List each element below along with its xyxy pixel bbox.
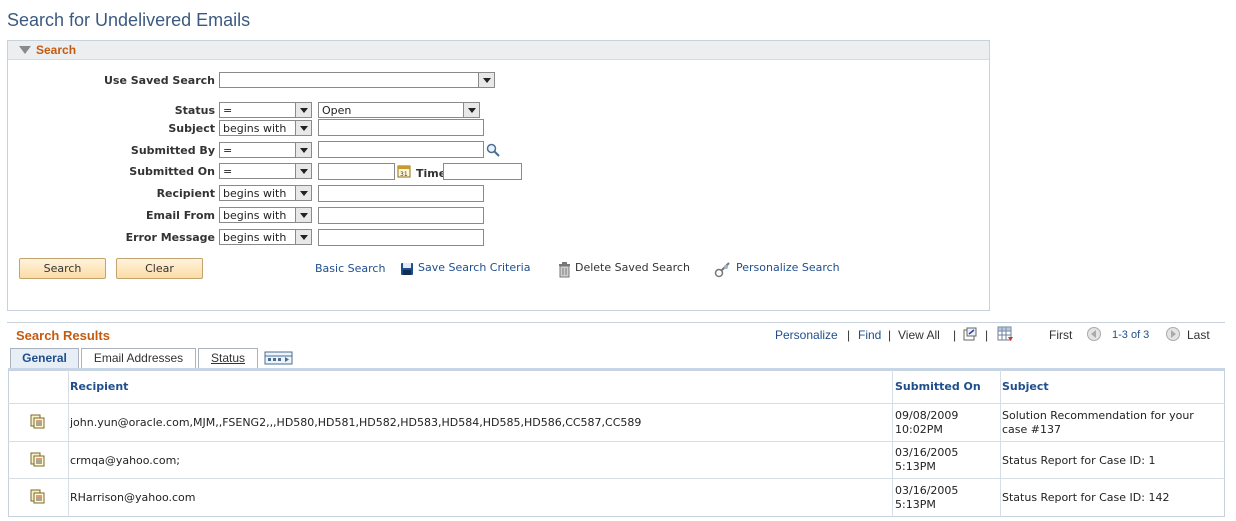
error-message-label: Error Message — [125, 231, 215, 244]
submitted-by-label: Submitted By — [130, 144, 215, 157]
use-saved-search-label: Use Saved Search — [103, 74, 215, 87]
search-results-title: Search Results — [16, 328, 110, 343]
personalize-wrench-icon[interactable] — [714, 262, 731, 278]
recipient-label: Recipient — [156, 187, 215, 200]
submitted-on-date-input[interactable] — [318, 163, 395, 180]
subject-operator-select[interactable]: begins with — [219, 120, 312, 136]
row-subject: Status Report for Case ID: 142 — [1002, 491, 1170, 504]
row-submitted-date: 09/08/2009 — [895, 409, 959, 422]
column-header-submitted-on[interactable]: Submitted On — [895, 380, 981, 393]
chevron-down-icon — [295, 103, 311, 117]
nav-separator: | — [888, 328, 892, 342]
chevron-down-icon — [295, 143, 311, 157]
save-icon[interactable] — [400, 262, 414, 276]
nav-separator: | — [985, 328, 989, 342]
chevron-down-icon — [295, 230, 311, 244]
chevron-down-icon — [478, 73, 494, 87]
submitted-on-time-input[interactable] — [443, 163, 522, 180]
error-message-input[interactable] — [318, 229, 484, 246]
row-submitted-date: 03/16/2005 — [895, 484, 959, 497]
submitted-by-operator-select[interactable]: = — [219, 142, 312, 158]
grid-row-divider — [8, 441, 1225, 442]
status-value-select[interactable]: Open — [318, 102, 480, 118]
subject-input[interactable] — [318, 119, 484, 136]
row-subject: Solution Recommendation for your — [1002, 409, 1194, 422]
status-label: Status — [174, 104, 215, 117]
svg-text:31: 31 — [400, 171, 408, 178]
recipient-operator-select[interactable]: begins with — [219, 185, 312, 201]
show-all-columns-icon[interactable] — [264, 350, 293, 366]
row-submitted-time: 5:13PM — [895, 498, 936, 511]
chevron-down-icon — [295, 208, 311, 222]
last-page-label: Last — [1187, 328, 1210, 342]
next-page-icon[interactable] — [1166, 327, 1180, 341]
grid-column-divider — [1000, 370, 1001, 517]
details-icon[interactable] — [30, 489, 45, 504]
time-label: Time — [416, 167, 447, 180]
grid-row-divider — [8, 403, 1225, 404]
chevron-down-icon — [463, 103, 479, 117]
row-subject: Status Report for Case ID: 1 — [1002, 454, 1156, 467]
find-link[interactable]: Find — [858, 328, 881, 342]
page-title: Search for Undelivered Emails — [7, 10, 251, 30]
grid-column-divider — [892, 370, 893, 517]
recipient-input[interactable] — [318, 185, 484, 202]
personalize-link[interactable]: Personalize — [775, 328, 838, 342]
personalize-search-link[interactable]: Personalize Search — [736, 261, 840, 274]
row-recipient: crmqa@yahoo.com; — [70, 454, 180, 467]
page-range: 1-3 of 3 — [1112, 329, 1150, 341]
details-icon[interactable] — [30, 452, 45, 467]
email-from-input[interactable] — [318, 207, 484, 224]
row-submitted-time: 10:02PM — [895, 423, 943, 436]
trash-icon[interactable] — [558, 262, 571, 278]
grid-row-divider — [8, 478, 1225, 479]
search-button[interactable]: Search — [19, 258, 106, 279]
tab-status[interactable]: Status — [198, 348, 258, 368]
nav-separator: | — [953, 328, 957, 342]
status-operator-select[interactable]: = — [219, 102, 312, 118]
use-saved-search-select[interactable] — [219, 72, 495, 88]
search-panel-title: Search — [36, 43, 77, 57]
row-recipient: RHarrison@yahoo.com — [70, 491, 196, 504]
tab-general[interactable]: General — [10, 348, 79, 368]
first-page-label: First — [1049, 328, 1073, 342]
subject-label: Subject — [168, 122, 215, 135]
nav-separator: | — [847, 328, 851, 342]
collapse-arrow-icon[interactable] — [19, 46, 31, 54]
save-search-criteria-link[interactable]: Save Search Criteria — [418, 261, 530, 274]
row-submitted-time: 5:13PM — [895, 460, 936, 473]
search-panel-header[interactable] — [8, 41, 989, 60]
calendar-icon[interactable]: 31 — [397, 164, 411, 178]
clear-button[interactable]: Clear — [116, 258, 203, 279]
previous-page-icon[interactable] — [1087, 327, 1101, 341]
details-icon[interactable] — [30, 414, 45, 429]
row-recipient: john.yun@oracle.com,MJM,,FSENG2,,,HD580,… — [70, 416, 642, 429]
lookup-search-icon[interactable] — [486, 143, 500, 157]
column-header-recipient[interactable]: Recipient — [70, 380, 128, 393]
search-results-header — [7, 322, 1225, 346]
submitted-on-operator-select[interactable]: = — [219, 163, 312, 179]
delete-saved-search-link[interactable]: Delete Saved Search — [575, 261, 690, 274]
download-grid-icon[interactable] — [997, 326, 1014, 342]
column-header-subject[interactable]: Subject — [1002, 380, 1049, 393]
view-all-link[interactable]: View All — [898, 328, 940, 342]
email-from-label: Email From — [145, 209, 215, 222]
grid-column-divider — [68, 370, 69, 517]
basic-search-link[interactable]: Basic Search — [315, 262, 385, 275]
chevron-down-icon — [295, 164, 311, 178]
submitted-by-input[interactable] — [318, 141, 484, 158]
chevron-down-icon — [295, 121, 311, 135]
email-from-operator-select[interactable]: begins with — [219, 207, 312, 223]
chevron-down-icon — [295, 186, 311, 200]
error-message-operator-select[interactable]: begins with — [219, 229, 312, 245]
new-window-icon[interactable] — [963, 327, 977, 341]
row-submitted-date: 03/16/2005 — [895, 446, 959, 459]
tab-email-addresses[interactable]: Email Addresses — [81, 348, 196, 368]
submitted-on-label: Submitted On — [129, 165, 215, 178]
row-subject-cont: case #137 — [1002, 423, 1061, 436]
